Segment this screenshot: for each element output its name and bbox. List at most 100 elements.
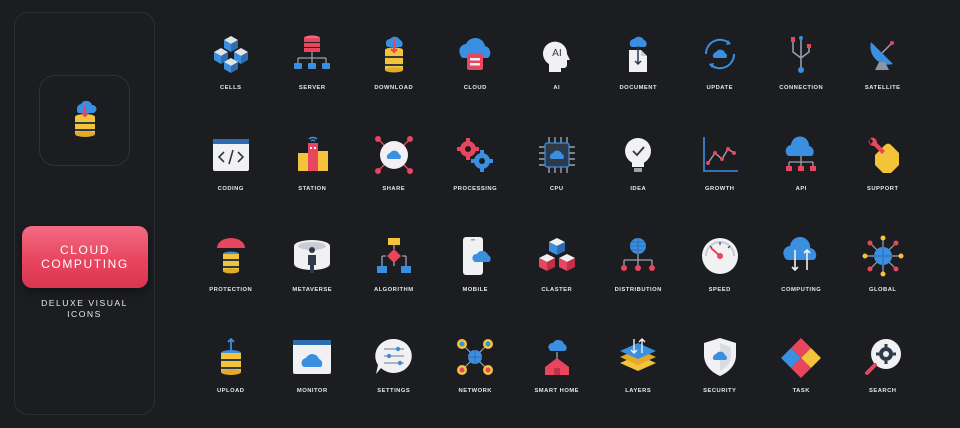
processing-icon bbox=[453, 133, 497, 177]
icon-label: UPDATE bbox=[706, 85, 733, 91]
icon-label: CODING bbox=[217, 186, 244, 192]
icon-card: CLASTER bbox=[516, 234, 598, 335]
icon-label: CONNECTION bbox=[779, 85, 824, 91]
cloud-database-icon bbox=[70, 98, 100, 143]
icon-label: SATELLITE bbox=[864, 85, 901, 91]
icon-card: SERVER bbox=[272, 32, 354, 133]
icon-card: CLOUD bbox=[435, 32, 517, 133]
icon-card: GROWTH bbox=[679, 133, 761, 234]
icon-label: GLOBAL bbox=[869, 287, 897, 293]
server-icon bbox=[290, 32, 334, 76]
icon-label: CELLS bbox=[219, 85, 242, 91]
icon-card: SEARCH bbox=[842, 335, 924, 428]
icon-card: ALGORITHM bbox=[353, 234, 435, 335]
icon-card: MONITOR bbox=[272, 335, 354, 428]
support-icon bbox=[861, 133, 905, 177]
icon-label: ALGORITHM bbox=[373, 287, 414, 293]
icon-card: UPLOAD bbox=[190, 335, 272, 428]
smart-home-icon bbox=[535, 335, 579, 379]
title-badge: CLOUD COMPUTING bbox=[22, 226, 148, 288]
title-line-1: CLOUD bbox=[59, 243, 110, 257]
cpu-icon bbox=[535, 133, 579, 177]
icon-label: MOBILE bbox=[462, 287, 489, 293]
icon-card: API bbox=[761, 133, 843, 234]
icon-grid: CELLS SERVER DOWNLOAD CLOUD AI AI DOCUME… bbox=[190, 32, 950, 428]
icon-label: PROTECTION bbox=[209, 287, 253, 293]
icon-label: SETTINGS bbox=[377, 388, 411, 394]
icon-label: GROWTH bbox=[705, 186, 735, 192]
preview-tile bbox=[39, 75, 130, 166]
icon-card: LAYERS bbox=[598, 335, 680, 428]
distribution-icon bbox=[616, 234, 660, 278]
icon-card: CONNECTION bbox=[761, 32, 843, 133]
growth-icon bbox=[698, 133, 742, 177]
icon-label: CLASTER bbox=[541, 287, 573, 293]
speed-icon bbox=[698, 234, 742, 278]
icon-card: GLOBAL bbox=[842, 234, 924, 335]
cells-icon bbox=[209, 32, 253, 76]
icon-label: NETWORK bbox=[458, 388, 492, 394]
subtitle: DELUXE VISUAL ICONS bbox=[15, 298, 154, 320]
icon-label: DOCUMENT bbox=[619, 85, 657, 91]
icon-label: TASK bbox=[792, 388, 810, 394]
claster-icon bbox=[535, 234, 579, 278]
icon-card: STATION bbox=[272, 133, 354, 234]
side-panel: CLOUD COMPUTING DELUXE VISUAL ICONS bbox=[14, 12, 155, 415]
station-icon bbox=[290, 133, 334, 177]
protection-icon bbox=[209, 234, 253, 278]
computing-icon bbox=[779, 234, 823, 278]
connection-icon bbox=[779, 32, 823, 76]
satellite-icon bbox=[861, 32, 905, 76]
update-icon bbox=[698, 32, 742, 76]
global-icon bbox=[861, 234, 905, 278]
icon-label: SUPPORT bbox=[866, 186, 899, 192]
download-icon bbox=[372, 32, 416, 76]
icon-card: DOCUMENT bbox=[598, 32, 680, 133]
icon-card: COMPUTING bbox=[761, 234, 843, 335]
icon-card: SHARE bbox=[353, 133, 435, 234]
icon-label: UPLOAD bbox=[217, 388, 245, 394]
algorithm-icon bbox=[372, 234, 416, 278]
icon-label: METAVERSE bbox=[292, 287, 333, 293]
task-icon bbox=[779, 335, 823, 379]
icon-card: AI AI bbox=[516, 32, 598, 133]
layers-icon bbox=[616, 335, 660, 379]
icon-label: SECURITY bbox=[703, 388, 737, 394]
icon-card: PROTECTION bbox=[190, 234, 272, 335]
icon-label: AI bbox=[553, 85, 561, 91]
coding-icon bbox=[209, 133, 253, 177]
settings-icon bbox=[372, 335, 416, 379]
cloud-icon bbox=[453, 32, 497, 76]
icon-label: DISTRIBUTION bbox=[614, 287, 662, 293]
search-icon bbox=[861, 335, 905, 379]
api-icon bbox=[779, 133, 823, 177]
metaverse-icon bbox=[290, 234, 334, 278]
icon-label: LAYERS bbox=[625, 388, 652, 394]
icon-label: SHARE bbox=[382, 186, 406, 192]
icon-label: COMPUTING bbox=[781, 287, 822, 293]
icon-label: DOWNLOAD bbox=[374, 85, 414, 91]
network-icon bbox=[453, 335, 497, 379]
icon-card: SETTINGS bbox=[353, 335, 435, 428]
icon-card: METAVERSE bbox=[272, 234, 354, 335]
title-line-2: COMPUTING bbox=[41, 257, 129, 271]
icon-label: API bbox=[795, 186, 807, 192]
icon-label: IDEA bbox=[630, 186, 647, 192]
icon-card: SATELLITE bbox=[842, 32, 924, 133]
icon-card: SECURITY bbox=[679, 335, 761, 428]
upload-icon bbox=[209, 335, 253, 379]
icon-card: PROCESSING bbox=[435, 133, 517, 234]
subtitle-line-2: ICONS bbox=[67, 309, 102, 319]
ai-icon: AI bbox=[535, 32, 579, 76]
icon-card: SPEED bbox=[679, 234, 761, 335]
icon-card: UPDATE bbox=[679, 32, 761, 133]
icon-card: DISTRIBUTION bbox=[598, 234, 680, 335]
icon-card: SUPPORT bbox=[842, 133, 924, 234]
security-icon bbox=[698, 335, 742, 379]
icon-label: MONITOR bbox=[296, 388, 328, 394]
icon-label: SMART HOME bbox=[534, 388, 580, 394]
document-icon bbox=[616, 32, 660, 76]
icon-card: CODING bbox=[190, 133, 272, 234]
icon-card: CPU bbox=[516, 133, 598, 234]
icon-card: SMART HOME bbox=[516, 335, 598, 428]
